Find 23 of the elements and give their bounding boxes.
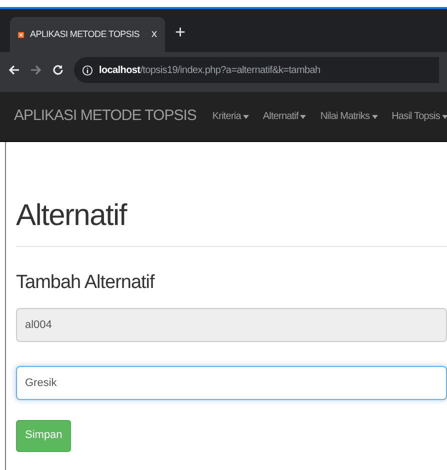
url-field[interactable]: localhost/topsis19/index.php?a=alternatif&k=tambah — [74, 57, 439, 83]
forward-icon[interactable] — [30, 64, 42, 76]
input-field[interactable]: Gresik — [16, 366, 447, 400]
caret-icon — [442, 114, 447, 118]
nav-menu[interactable]: Alternatif — [262, 109, 306, 124]
nav-menu[interactable]: Kriteria — [212, 109, 249, 124]
caret-icon — [242, 114, 249, 118]
url-text: localhost/topsis19/index.php?a=alternatif&k=tambah — [99, 64, 320, 78]
nav-menu[interactable]: Nilai Matriks — [320, 109, 378, 124]
new-tab-button[interactable]: + — [175, 19, 186, 46]
caret-icon — [300, 114, 306, 118]
section-title: Tambah Alternatif — [16, 271, 154, 295]
back-icon[interactable] — [8, 64, 20, 76]
reload-icon[interactable] — [52, 64, 64, 76]
close-tab-button[interactable]: x — [152, 26, 157, 43]
browser-tab[interactable]: APLIKASI METODE TOPSIS x — [10, 17, 165, 52]
nav-menu[interactable]: Hasil Topsis — [392, 109, 447, 124]
tab-title: APLIKASI METODE TOPSIS — [30, 28, 140, 41]
navbar-brand[interactable]: APLIKASI METODE TOPSIS — [14, 105, 196, 128]
info-icon — [82, 64, 93, 76]
caret-icon — [372, 114, 378, 118]
input-field[interactable]: al004 — [16, 308, 447, 342]
page-title: Alternatif — [16, 198, 126, 234]
